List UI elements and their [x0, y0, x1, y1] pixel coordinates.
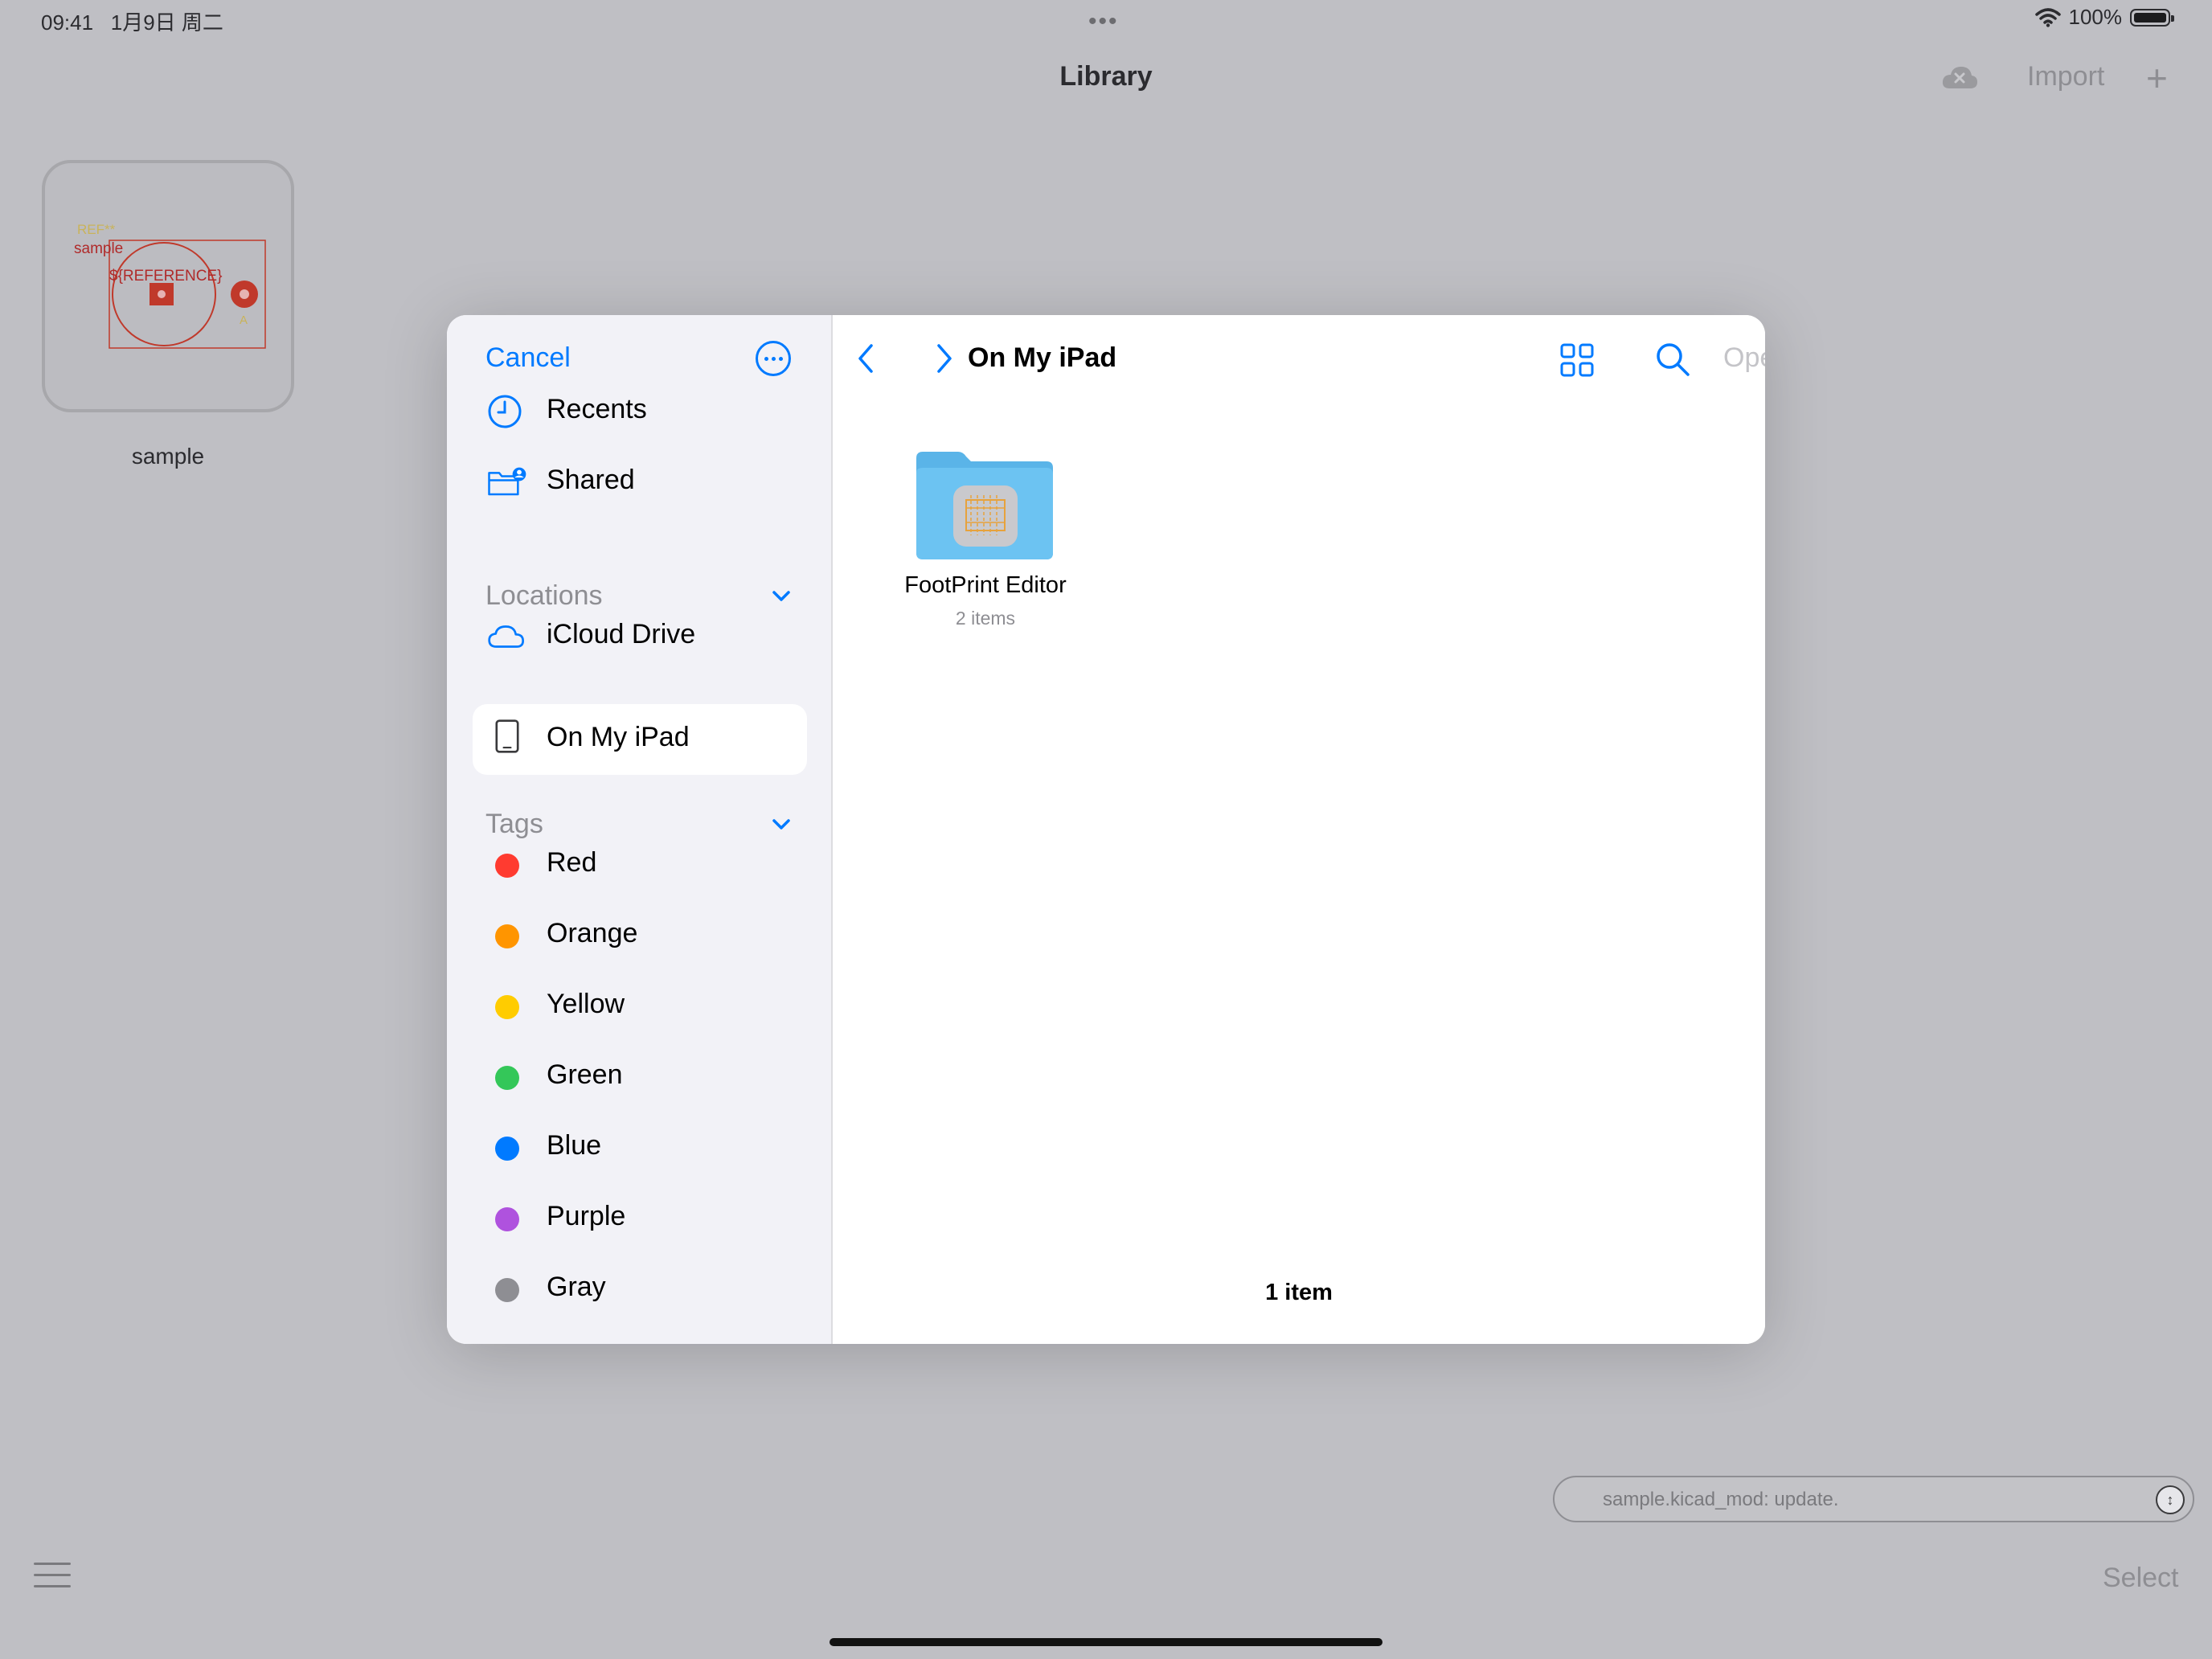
status-bar-right: 100%: [2034, 5, 2174, 30]
preview-pad-label: A: [240, 313, 248, 327]
add-button[interactable]: +: [2146, 56, 2168, 100]
tag-label: Orange: [547, 918, 638, 948]
cloud-error-icon[interactable]: [1940, 64, 1979, 92]
preview-ref-text: REF**: [77, 222, 116, 237]
preview-reference-text: ${REFERENCE}: [109, 268, 222, 285]
wifi-icon: [2034, 7, 2061, 27]
folder-icon: [916, 452, 1053, 559]
open-button[interactable]: Open: [1723, 342, 1765, 374]
folder-item-count: 2 items: [955, 608, 1016, 629]
clock-icon: [488, 395, 522, 428]
battery-percent: 100%: [2068, 5, 2123, 29]
tag-label: Red: [547, 847, 597, 878]
sidebar-item-label: Recents: [547, 394, 647, 424]
search-icon[interactable]: [1654, 341, 1691, 378]
tag-item-purple[interactable]: Purple: [447, 1183, 833, 1254]
home-indicator[interactable]: [830, 1638, 1382, 1646]
updown-chevron-icon[interactable]: ↕: [2156, 1485, 2185, 1514]
tag-label: Purple: [547, 1201, 626, 1231]
item-count-label: 1 item: [1265, 1280, 1333, 1305]
sidebar-item-shared[interactable]: Shared: [447, 447, 833, 518]
sidebar-item-label: Shared: [547, 465, 635, 495]
sidebar-item-icloud-drive[interactable]: iCloud Drive: [447, 601, 833, 672]
red-tag-dot-icon: [495, 854, 519, 878]
more-options-icon[interactable]: [756, 341, 791, 376]
ipad-icon: [495, 719, 519, 753]
tag-label: Green: [547, 1059, 623, 1090]
blue-tag-dot-icon: [495, 1137, 519, 1161]
sidebar-item-on-my-ipad[interactable]: On My iPad: [473, 704, 807, 775]
status-time: 09:41: [41, 10, 94, 35]
library-item-thumbnail[interactable]: REF** sample ${REFERENCE} A: [42, 160, 294, 412]
sidebar-item-recents[interactable]: Recents: [447, 376, 833, 447]
folder-item[interactable]: FootPrint Editor 2 items: [865, 315, 1106, 653]
status-message-pill[interactable]: sample.kicad_mod: update. ↕: [1553, 1476, 2194, 1522]
page-title: Library: [1059, 61, 1153, 92]
tag-label: Blue: [547, 1130, 602, 1161]
purple-tag-dot-icon: [495, 1207, 519, 1231]
orange-tag-dot-icon: [495, 924, 519, 948]
tag-item-blue[interactable]: Blue: [447, 1112, 833, 1183]
yellow-tag-dot-icon: [495, 995, 519, 1019]
import-button[interactable]: Import: [2027, 61, 2104, 92]
picker-content: On My iPad Open FootPrint Editor 2 item: [833, 315, 1765, 1344]
tag-label: Yellow: [547, 989, 625, 1019]
picker-sidebar: Cancel Recents Shared Locations iCloud D…: [447, 315, 833, 1344]
shared-folder-icon: [488, 467, 526, 496]
tag-item-gray[interactable]: Gray: [447, 1254, 833, 1325]
gray-tag-dot-icon: [495, 1278, 519, 1302]
tag-label: Gray: [547, 1272, 606, 1302]
battery-icon: [2130, 8, 2174, 27]
cloud-icon: [488, 625, 524, 648]
sidebar-item-label: On My iPad: [547, 722, 690, 752]
document-picker-modal: Cancel Recents Shared Locations iCloud D…: [447, 315, 1765, 1344]
footprint-preview: REF** sample ${REFERENCE} A: [74, 222, 266, 349]
library-item-name: sample: [131, 444, 205, 469]
folder-name: FootPrint Editor: [904, 572, 1067, 598]
menu-icon[interactable]: [34, 1563, 71, 1596]
cancel-button[interactable]: Cancel: [485, 342, 571, 374]
select-button[interactable]: Select: [2103, 1563, 2179, 1594]
green-tag-dot-icon: [495, 1066, 519, 1090]
preview-value-text: sample: [74, 240, 123, 257]
multitasking-dots-icon[interactable]: •••: [1088, 8, 1119, 35]
tag-item-orange[interactable]: Orange: [447, 900, 833, 971]
status-bar-time: 09:41 1月9日 周二: [41, 6, 223, 36]
tag-item-green[interactable]: Green: [447, 1042, 833, 1112]
status-date: 1月9日 周二: [110, 10, 223, 35]
sidebar-item-label: iCloud Drive: [547, 619, 696, 649]
tag-item-yellow[interactable]: Yellow: [447, 971, 833, 1042]
tag-item-red[interactable]: Red: [447, 830, 833, 900]
status-message-text: sample.kicad_mod: update.: [1603, 1489, 1839, 1510]
grid-view-icon[interactable]: [1559, 342, 1595, 378]
